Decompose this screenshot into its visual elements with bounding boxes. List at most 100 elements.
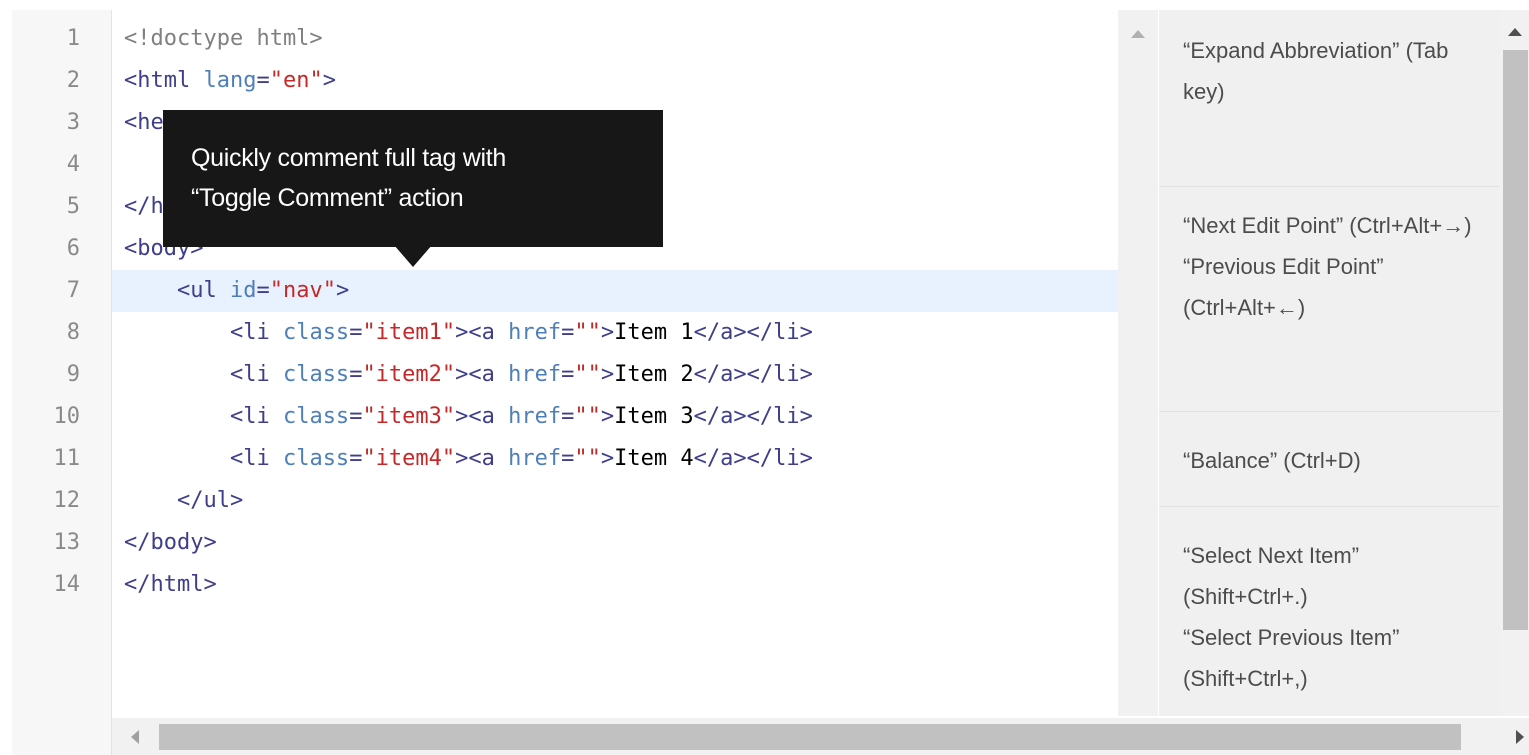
code-line[interactable]: <li class="item4"><a href="">Item 4</a><… <box>124 438 813 480</box>
code-token: lang <box>203 68 257 93</box>
code-token: ><a <box>455 446 509 471</box>
code-token: <li <box>124 320 283 345</box>
code-token: </a></li> <box>693 320 813 345</box>
code-token: > <box>322 68 336 93</box>
code-token: href <box>508 362 562 387</box>
code-token: "" <box>574 362 601 387</box>
code-token: href <box>508 320 562 345</box>
tooltip-line-1: Quickly comment full tag with <box>191 144 507 172</box>
tooltip-line-2: “Toggle Comment” action <box>191 184 464 212</box>
code-token: </a></li> <box>693 404 813 429</box>
sidebar-action-item[interactable]: “Expand Abbreviation” (Tab key) <box>1159 10 1500 112</box>
code-token: Item 3 <box>614 404 694 429</box>
code-line[interactable]: </body> <box>124 522 217 564</box>
line-number: 12 <box>53 488 81 513</box>
code-token: "" <box>574 446 601 471</box>
code-token: = <box>256 68 270 93</box>
sidebar-action-label: “Select Previous Item” (Shift+Ctrl+,) <box>1183 625 1400 691</box>
code-token: = <box>349 320 363 345</box>
code-token: class <box>282 320 350 345</box>
line-number: 4 <box>66 152 80 177</box>
code-token: href <box>508 446 562 471</box>
code-line[interactable]: <!doctype html> <box>124 18 323 60</box>
code-token: "item2" <box>362 362 456 387</box>
editor-vertical-scrollbar[interactable] <box>1118 10 1158 716</box>
code-token: Item 2 <box>614 362 694 387</box>
line-number: 14 <box>53 572 81 597</box>
code-token: = <box>561 320 575 345</box>
code-token: = <box>349 404 363 429</box>
code-token: class <box>282 404 350 429</box>
line-number: 1 <box>66 26 80 51</box>
code-token: </body> <box>124 530 217 555</box>
sidebar-action-label: “Expand Abbreviation” (Tab key) <box>1183 38 1449 104</box>
code-token: "nav" <box>269 278 336 303</box>
code-token: <!doctype html> <box>124 26 323 51</box>
code-line[interactable]: </html> <box>124 564 217 606</box>
code-token: class <box>282 362 350 387</box>
sidebar-action-label: “Previous Edit Point” (Ctrl+Alt+←) <box>1183 254 1384 320</box>
code-token: > <box>600 320 615 345</box>
code-token: </a></li> <box>693 446 813 471</box>
code-token: ><a <box>455 320 509 345</box>
code-line[interactable]: <ul id="nav"> <box>124 270 349 312</box>
code-line[interactable]: </ul> <box>124 480 243 522</box>
code-token: id <box>229 278 257 303</box>
code-token: "item3" <box>362 404 456 429</box>
sidebar-action-item[interactable]: “Next Edit Point” (Ctrl+Alt+→) “Previous … <box>1159 186 1500 328</box>
code-token: <li <box>124 404 283 429</box>
line-number: 9 <box>66 362 80 387</box>
line-number: 13 <box>53 530 81 555</box>
code-token: = <box>561 404 575 429</box>
line-number: 7 <box>66 278 80 303</box>
line-number: 8 <box>66 320 80 345</box>
code-token: href <box>508 404 562 429</box>
sidebar-action-label: “Next Edit Point” (Ctrl+Alt+→) <box>1183 213 1472 238</box>
line-number: 10 <box>53 404 81 429</box>
line-number: 3 <box>66 110 80 135</box>
code-token: "item1" <box>362 320 456 345</box>
actions-sidebar: “Expand Abbreviation” (Tab key) “Next Edi… <box>1159 10 1500 716</box>
line-number-gutter: 1 2 3 4 5 6 7 8 9 10 11 12 13 14 <box>12 10 112 755</box>
scroll-up-arrow-icon[interactable] <box>1131 30 1145 38</box>
sidebar-action-label: “Select Next Item” (Shift+Ctrl+.) <box>1183 543 1360 609</box>
code-token: = <box>349 362 363 387</box>
sidebar-vertical-scrollbar[interactable] <box>1500 10 1529 716</box>
code-token: = <box>349 446 363 471</box>
code-token: </ul> <box>124 488 244 513</box>
scroll-right-arrow-icon[interactable] <box>1516 730 1524 744</box>
code-line[interactable]: <li class="item3"><a href="">Item 3</a><… <box>124 396 813 438</box>
code-token: "" <box>574 404 601 429</box>
code-line[interactable]: <li class="item2"><a href="">Item 2</a><… <box>124 354 813 396</box>
code-token: > <box>335 278 350 303</box>
sidebar-action-item[interactable]: “Balance” (Ctrl+D) <box>1159 411 1500 481</box>
sidebar-action-item[interactable]: “Select Next Item” (Shift+Ctrl+.) “Select… <box>1159 506 1500 699</box>
line-number: 11 <box>53 446 81 471</box>
horizontal-scrollbar[interactable] <box>112 718 1529 755</box>
scroll-left-arrow-icon[interactable] <box>131 730 139 744</box>
code-token: > <box>600 446 615 471</box>
code-token: ><a <box>455 362 509 387</box>
code-token: = <box>561 446 575 471</box>
code-token: class <box>282 446 350 471</box>
sidebar-scroll-thumb[interactable] <box>1503 50 1528 630</box>
code-token: <ul <box>124 278 230 303</box>
tooltip: Quickly comment full tag with “Toggle Co… <box>163 110 663 247</box>
code-token: Item 4 <box>614 446 694 471</box>
code-line[interactable]: <html lang="en"> <box>124 60 336 102</box>
horizontal-scroll-thumb[interactable] <box>159 724 1461 750</box>
code-token: "en" <box>269 68 323 93</box>
code-token: "" <box>574 320 601 345</box>
code-token: </html> <box>124 572 217 597</box>
code-token: <li <box>124 446 283 471</box>
code-token: </a></li> <box>693 362 813 387</box>
code-token: > <box>600 404 615 429</box>
sidebar-action-label: “Balance” (Ctrl+D) <box>1183 448 1361 473</box>
sidebar-scroll-up-arrow-icon[interactable] <box>1508 28 1522 36</box>
code-line[interactable]: <li class="item1"><a href="">Item 1</a><… <box>124 312 813 354</box>
tooltip-pointer <box>394 245 432 267</box>
line-number: 6 <box>66 236 80 261</box>
line-number: 2 <box>66 68 80 93</box>
code-token: = <box>561 362 575 387</box>
code-token: <li <box>124 362 283 387</box>
